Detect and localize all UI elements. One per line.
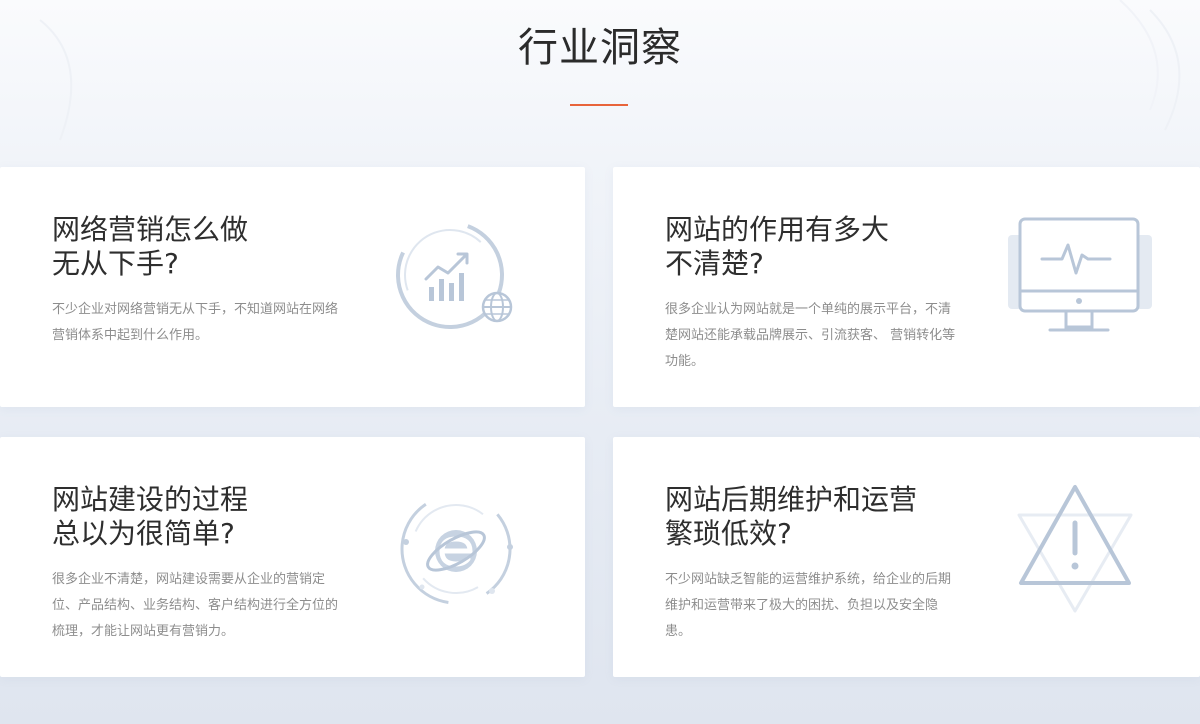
card-title-line: 总以为很简单? [52,517,235,550]
card-title-line: 无从下手? [52,247,179,280]
card-title-line: 网站建设的过程 [52,483,249,516]
insight-card-maintenance[interactable]: 网站后期维护和运营 繁琐低效? 不少网站缺乏智能的运营维护系统，给企业的后期维护… [613,437,1200,677]
card-title: 网站的作用有多大 不清楚? [665,213,985,281]
card-description: 不少网站缺乏智能的运营维护系统，给企业的后期维护和运营带来了极大的困扰、负担以及… [665,572,952,639]
insight-card-build-process[interactable]: 网站建设的过程 总以为很简单? 很多企业不清楚，网站建设需要从企业的营销定位、产… [0,437,585,677]
section-title: 行业洞察 [518,25,682,71]
card-title: 网站后期维护和运营 繁琐低效? [665,483,985,551]
browser-e-icon [400,493,513,605]
title-underline [570,104,628,106]
insight-card-website-role[interactable]: 网站的作用有多大 不清楚? 很多企业认为网站就是一个单纯的展示平台，不清楚网站还… [613,167,1200,407]
card-description: 很多企业认为网站就是一个单纯的展示平台，不清楚网站还能承载品牌展示、引流获客、 … [665,302,956,369]
insight-card-marketing[interactable]: 网络营销怎么做 无从下手? 不少企业对网络营销无从下手，不知道网站在网络营销体系… [0,167,585,407]
card-title-line: 不清楚? [665,247,764,280]
card-title-line: 繁琐低效? [665,517,792,550]
card-title-line: 网站后期维护和运营 [665,483,918,516]
growth-chart-globe-icon [396,221,513,329]
monitor-pulse-icon [1008,217,1152,332]
card-title: 网站建设的过程 总以为很简单? [52,483,372,551]
warning-triangle-icon [1017,485,1133,613]
card-description: 很多企业不清楚，网站建设需要从企业的营销定位、产品结构、业务结构、客户结构进行全… [52,572,339,639]
card-title-line: 网络营销怎么做 [52,213,249,246]
card-title-line: 网站的作用有多大 [665,213,890,246]
card-description: 不少企业对网络营销无从下手，不知道网站在网络营销体系中起到什么作用。 [52,302,339,343]
card-title: 网络营销怎么做 无从下手? [52,213,372,281]
